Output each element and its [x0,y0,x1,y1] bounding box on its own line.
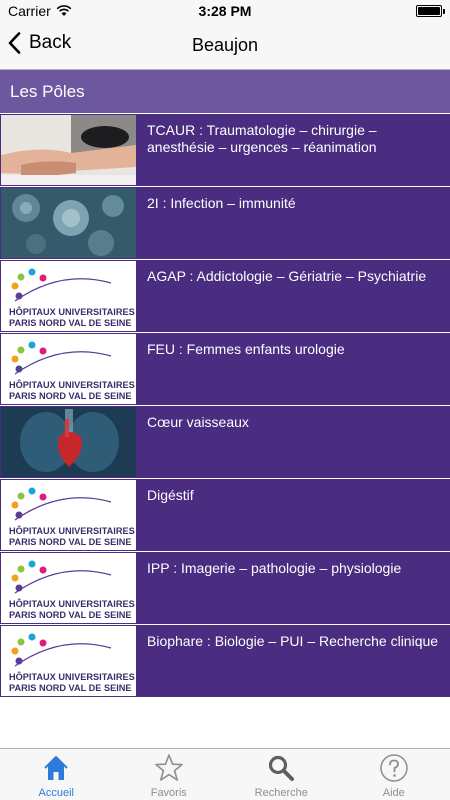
tab-label: Accueil [38,787,74,799]
tab-aide[interactable]: Aide [338,749,450,800]
heart-thumbnail [0,406,137,478]
list-item-label: TCAUR : Traumatologie – chirurgie – anes… [147,122,377,155]
list-item[interactable]: Cœur vaisseaux [0,405,450,478]
help-icon [338,753,450,783]
list-item[interactable]: HÔPITAUX UNIVERSITAIRES PARIS NORD VAL D… [0,624,450,697]
logo-line1: HÔPITAUX UNIVERSITAIRES [9,379,135,390]
list-item-label: IPP : Imagerie – pathologie – physiologi… [147,560,402,576]
list-item[interactable]: 2I : Infection – immunité [0,186,450,259]
virus-thumbnail [0,187,137,259]
hospital-logo-image: HÔPITAUX UNIVERSITAIRES PARIS NORD VAL D… [0,333,137,405]
logo-line1: HÔPITAUX UNIVERSITAIRES [9,525,135,536]
logo-line1: HÔPITAUX UNIVERSITAIRES [9,671,135,682]
hospital-logo-image: HÔPITAUX UNIVERSITAIRES PARIS NORD VAL D… [0,625,137,697]
clock: 3:28 PM [198,3,252,19]
search-icon [225,753,338,783]
list-item-label: Digéstif [147,487,194,503]
star-icon [113,753,226,783]
trauma-thumbnail [0,114,137,186]
section-header: Les Pôles [0,70,450,113]
navigation-bar: Back Beaujon [0,22,450,70]
list-item-label: Cœur vaisseaux [147,414,249,430]
tab-bar: Accueil Favoris Recherche Aide [0,748,450,800]
list-item-label: Biophare : Biologie – PUI – Recherche cl… [147,633,439,649]
poles-list: TCAUR : Traumatologie – chirurgie – anes… [0,113,450,698]
list-item[interactable]: HÔPITAUX UNIVERSITAIRES PARIS NORD VAL D… [0,551,450,624]
logo-line1: HÔPITAUX UNIVERSITAIRES [9,598,135,609]
tab-recherche[interactable]: Recherche [225,749,338,800]
tab-label: Favoris [150,787,187,799]
logo-line2: PARIS NORD VAL DE SEINE [9,537,132,547]
list-item[interactable]: TCAUR : Traumatologie – chirurgie – anes… [0,113,450,186]
page-title: Beaujon [191,35,259,55]
logo-line1: HÔPITAUX UNIVERSITAIRES [9,306,135,317]
hospital-logo-image: HÔPITAUX UNIVERSITAIRES PARIS NORD VAL D… [0,479,137,551]
battery-icon [416,5,445,17]
list-item-label: FEU : Femmes enfants urologie [147,341,345,357]
logo-line2: PARIS NORD VAL DE SEINE [9,683,132,693]
logo-line2: PARIS NORD VAL DE SEINE [9,318,132,328]
tab-accueil[interactable]: Accueil [0,749,113,800]
list-item-label: AGAP : Addictologie – Gériatrie – Psychi… [147,268,427,284]
tab-label: Aide [382,787,405,799]
tab-label: Recherche [254,787,308,799]
list-item[interactable]: HÔPITAUX UNIVERSITAIRES PARIS NORD VAL D… [0,332,450,405]
logo-line2: PARIS NORD VAL DE SEINE [9,391,132,401]
logo-line2: PARIS NORD VAL DE SEINE [9,610,132,620]
list-divider [0,697,450,698]
list-item[interactable]: HÔPITAUX UNIVERSITAIRES PARIS NORD VAL D… [0,259,450,332]
list-item[interactable]: HÔPITAUX UNIVERSITAIRES PARIS NORD VAL D… [0,478,450,551]
tab-favoris[interactable]: Favoris [113,749,226,800]
hospital-logo-image: HÔPITAUX UNIVERSITAIRES PARIS NORD VAL D… [0,552,137,624]
home-icon [0,753,113,783]
hospital-logo-image: HÔPITAUX UNIVERSITAIRES PARIS NORD VAL D… [0,260,137,332]
list-item-label: 2I : Infection – immunité [147,195,296,211]
status-bar: Carrier 3:28 PM [0,0,450,22]
